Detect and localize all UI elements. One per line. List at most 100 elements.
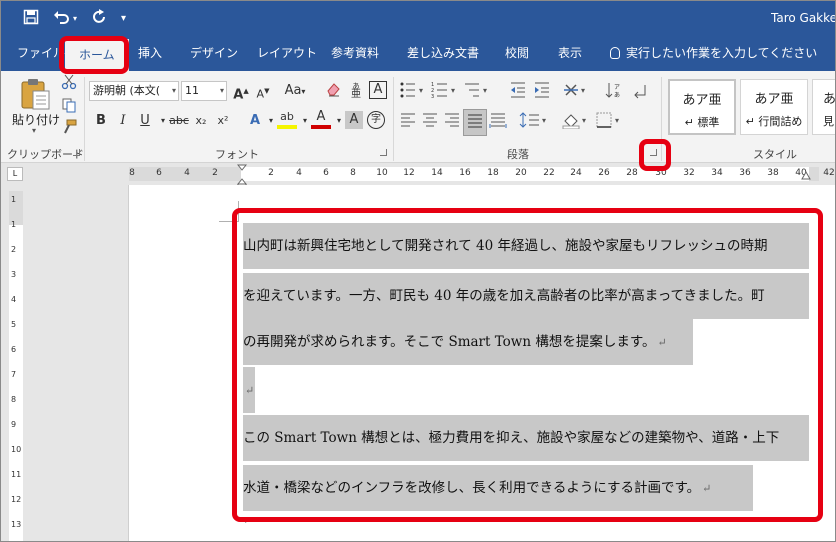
ruler-tick-label: 26 bbox=[598, 168, 610, 178]
ruler-tick-label: 42 bbox=[823, 168, 835, 178]
numbering-button[interactable]: 1 2 3 ▾ bbox=[431, 81, 457, 102]
grow-font-icon: A bbox=[233, 87, 244, 103]
ruler-tick-label: 4 bbox=[296, 168, 302, 178]
svg-text:▾: ▾ bbox=[451, 86, 455, 95]
style-normal[interactable]: あア亜 ↵ 標準 bbox=[668, 79, 736, 135]
shrink-font-icon: A bbox=[256, 87, 265, 101]
line-spacing-button[interactable]: ▾ bbox=[519, 111, 549, 132]
tab-insert[interactable]: 挿入 bbox=[138, 37, 162, 71]
horizontal-ruler[interactable]: 8 6 4 2 2 4 6 8 10 12 14 16 18 20 22 24 26 28 30 32 34 36 38 40… bbox=[129, 167, 835, 181]
asian-layout-button[interactable]: ▾ bbox=[563, 81, 589, 102]
bullets-button[interactable]: ▾ bbox=[399, 81, 425, 102]
user-name[interactable]: Taro Gakke bbox=[771, 11, 835, 25]
ruler-tick-label: 14 bbox=[431, 168, 443, 178]
paste-icon bbox=[21, 79, 50, 110]
redo-icon[interactable] bbox=[91, 9, 107, 29]
svg-text:▾: ▾ bbox=[582, 116, 586, 125]
ruler-tick-label: 2 bbox=[212, 168, 218, 178]
ruler-tick-label: 8 bbox=[129, 168, 135, 178]
justify-icon[interactable] bbox=[463, 109, 487, 136]
grow-font-button[interactable]: A▲ bbox=[231, 81, 251, 103]
save-icon[interactable] bbox=[23, 9, 39, 29]
ruler-tick-label: 22 bbox=[543, 168, 555, 178]
ruler-tick-label: 24 bbox=[570, 168, 582, 178]
vertical-ruler[interactable]: 1 1 2 3 4 5 6 7 8 9 10 11 12 13 bbox=[9, 191, 23, 541]
multilevel-list-button[interactable]: ▾ bbox=[463, 81, 489, 102]
clear-formatting-icon[interactable] bbox=[323, 81, 343, 101]
shading-button[interactable]: ▾ bbox=[561, 111, 591, 132]
clipboard-launcher-icon[interactable] bbox=[73, 149, 80, 156]
tab-view[interactable]: 表示 bbox=[558, 37, 582, 71]
align-right-icon[interactable] bbox=[443, 111, 461, 132]
align-left-icon[interactable] bbox=[399, 111, 417, 132]
paste-button[interactable] bbox=[19, 77, 53, 114]
enclose-characters-button[interactable]: 字 bbox=[367, 111, 385, 129]
ruler-tick-label: 7 bbox=[11, 370, 17, 379]
phonetic-guide-icon[interactable]: あ亜 bbox=[346, 81, 366, 101]
ruler-tick-label: 34 bbox=[711, 168, 723, 178]
ribbon-home: 貼り付け ▾ クリップボード 游明朝 (本文(▾ 11 ▾ A▲ A▼ Aa▾ あ… bbox=[1, 71, 835, 163]
customize-qat-icon[interactable]: ▾ bbox=[121, 10, 126, 28]
undo-icon[interactable] bbox=[53, 9, 71, 29]
font-name-combo[interactable]: 游明朝 (本文(▾ bbox=[89, 81, 179, 101]
style-no-spacing[interactable]: あア亜 ↵ 行間詰め bbox=[740, 79, 808, 135]
tab-layout[interactable]: レイアウト bbox=[257, 37, 317, 71]
increase-indent-icon[interactable] bbox=[533, 81, 551, 102]
tab-design[interactable]: デザイン bbox=[190, 37, 238, 71]
superscript-button[interactable]: x² bbox=[213, 111, 233, 131]
subscript-button[interactable]: x₂ bbox=[191, 111, 211, 131]
word-window: ▾ ▾ Taro Gakke ファイル ホーム 挿入 デザイン レイアウト 参考… bbox=[0, 0, 836, 542]
tab-mailings[interactable]: 差し込み文書 bbox=[407, 37, 479, 71]
svg-text:▾: ▾ bbox=[483, 86, 487, 95]
cut-icon[interactable] bbox=[59, 74, 79, 94]
ruler-tick-label: 9 bbox=[11, 420, 17, 429]
font-size-dropdown-icon[interactable]: ▾ bbox=[220, 82, 224, 100]
ruler-tick-label: 6 bbox=[156, 168, 162, 178]
underline-button[interactable]: U bbox=[135, 111, 155, 131]
ruler-tick-label: 10 bbox=[11, 445, 22, 454]
highlight-button[interactable]: ab bbox=[277, 109, 297, 129]
sort-icon[interactable]: アあ bbox=[605, 81, 623, 102]
ruler-tick-label: 1 bbox=[11, 220, 17, 229]
style-heading[interactable]: あ 見 bbox=[812, 79, 835, 135]
tab-review[interactable]: 校閲 bbox=[505, 37, 529, 71]
bold-button[interactable]: B bbox=[91, 111, 111, 131]
ruler-tick-label: 13 bbox=[11, 520, 22, 529]
ruler-tick-label: 8 bbox=[11, 395, 17, 404]
format-painter-icon[interactable] bbox=[59, 119, 79, 139]
align-center-icon[interactable] bbox=[421, 111, 439, 132]
tab-selector-button[interactable]: L bbox=[7, 167, 23, 181]
style-name: 見 bbox=[823, 115, 834, 128]
ruler-tick-label: 6 bbox=[323, 168, 329, 178]
font-name-dropdown-icon[interactable]: ▾ bbox=[172, 82, 176, 100]
tab-references[interactable]: 参考資料 bbox=[331, 37, 379, 71]
character-shading-button[interactable]: A bbox=[345, 111, 363, 129]
italic-button[interactable]: I bbox=[113, 111, 133, 131]
font-color-icon: A bbox=[316, 109, 326, 124]
font-size-combo[interactable]: 11 ▾ bbox=[181, 81, 227, 101]
copy-icon[interactable] bbox=[59, 97, 79, 117]
undo-dropdown-icon[interactable]: ▾ bbox=[73, 10, 77, 28]
strikethrough-button[interactable]: abc bbox=[167, 111, 191, 131]
distribute-icon[interactable] bbox=[489, 111, 507, 132]
highlight-selected-text bbox=[232, 208, 823, 522]
paste-dropdown-icon[interactable]: ▾ bbox=[32, 126, 36, 135]
highlight-home-tab bbox=[59, 36, 129, 74]
borders-button[interactable]: ▾ bbox=[595, 111, 625, 132]
character-border-button[interactable]: A bbox=[369, 81, 387, 99]
decrease-indent-icon[interactable] bbox=[509, 81, 527, 102]
show-formatting-marks-icon[interactable] bbox=[631, 81, 649, 102]
font-launcher-icon[interactable] bbox=[380, 149, 387, 156]
tell-me-box[interactable]: 実行したい作業を入力してください bbox=[610, 37, 817, 71]
font-size-value: 11 bbox=[185, 84, 199, 97]
shrink-font-button[interactable]: A▼ bbox=[253, 81, 273, 101]
paragraph-group-label: 段落 bbox=[507, 148, 529, 161]
highlight-icon: ab bbox=[280, 110, 294, 123]
title-bar: ▾ ▾ Taro Gakke bbox=[1, 1, 835, 37]
tab-file[interactable]: ファイル bbox=[17, 37, 65, 71]
change-case-button[interactable]: Aa▾ bbox=[281, 81, 309, 101]
lightbulb-icon bbox=[610, 47, 620, 59]
font-color-button[interactable]: A bbox=[311, 109, 331, 129]
ruler-tick-label: 32 bbox=[683, 168, 695, 178]
right-indent-marker[interactable] bbox=[801, 170, 811, 184]
